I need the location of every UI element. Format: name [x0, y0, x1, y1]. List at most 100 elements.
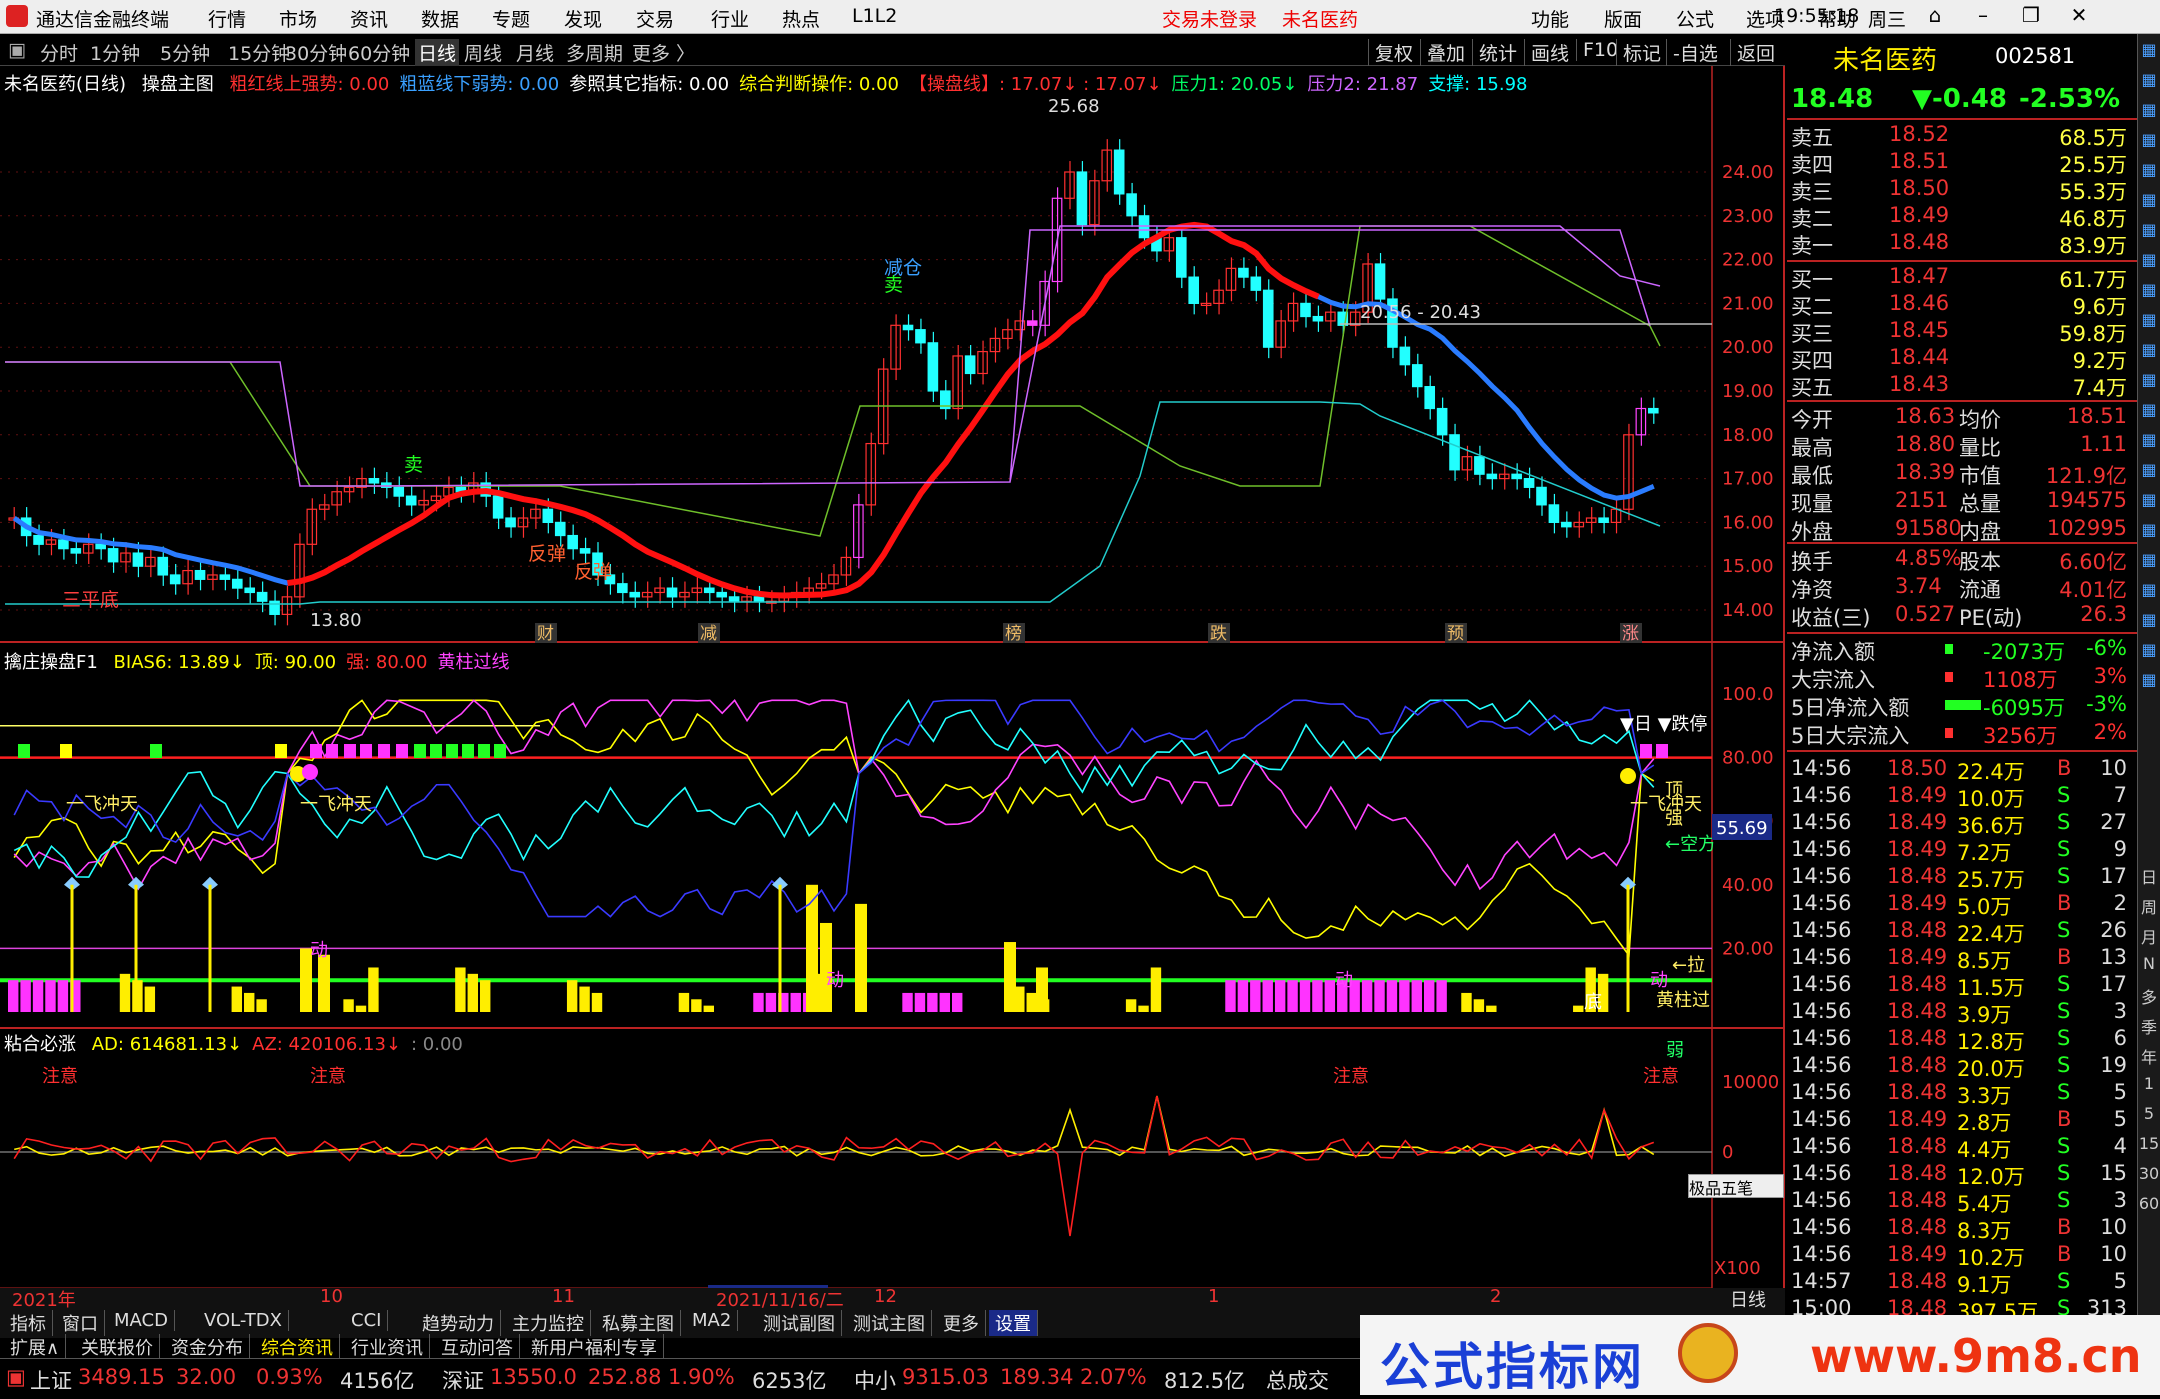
sidebar-tool-icon[interactable]: ▦ — [2138, 580, 2160, 610]
menu-item[interactable]: 资讯 — [350, 5, 388, 32]
bottom-tab[interactable]: 主力监控 — [506, 1310, 591, 1336]
ask-row[interactable]: 卖三 18.50 55.3万 — [1787, 176, 2137, 204]
sidebar-tool-icon[interactable]: ▦ — [2138, 640, 2160, 670]
ask-row[interactable]: 卖一 18.48 83.9万 — [1787, 230, 2137, 258]
sidebar-tool-icon[interactable]: ▦ — [2138, 520, 2160, 550]
extension-tab[interactable]: 扩展∧ — [4, 1334, 67, 1360]
chart-tool-button[interactable]: 标记 — [1616, 39, 1661, 66]
sidebar-tool-icon[interactable]: ▦ — [2138, 190, 2160, 220]
bottom-tab[interactable]: VOL-TDX — [198, 1310, 289, 1331]
period-tab[interactable]: 60分钟 — [348, 39, 410, 66]
sidebar-period[interactable]: 季 — [2138, 1014, 2160, 1044]
status-icon[interactable]: ▣ — [6, 1365, 26, 1389]
login-status[interactable]: 交易未登录 — [1162, 5, 1257, 32]
chart-tool-button[interactable]: 统计 — [1472, 39, 1517, 66]
indicator2-title[interactable]: 粘合必涨 — [4, 1034, 76, 1055]
sidebar-tool-icon[interactable]: ▦ — [2138, 430, 2160, 460]
sidebar-tool-icon[interactable]: ▦ — [2138, 670, 2160, 700]
bottom-tab[interactable]: 指标 — [4, 1310, 53, 1336]
sidebar-tool-icon[interactable]: ▦ — [2138, 100, 2160, 130]
indicator-name[interactable]: 操盘主图 — [142, 74, 214, 95]
sidebar-tool-icon[interactable]: ▦ — [2138, 340, 2160, 370]
bottom-tab[interactable]: MACD — [108, 1310, 175, 1331]
sidebar-tool-icon[interactable]: ▦ — [2138, 250, 2160, 280]
sidebar-tool-icon[interactable]: ▦ — [2138, 310, 2160, 340]
event-marker[interactable]: 跌 — [1210, 624, 1227, 644]
extension-tab[interactable]: 资金分布 — [165, 1334, 250, 1360]
bottom-tab[interactable]: 窗口 — [56, 1310, 105, 1336]
bottom-tab[interactable]: 设置 — [989, 1310, 1038, 1336]
extension-tab[interactable]: 关联报价 — [75, 1334, 160, 1360]
menu-item[interactable]: 行业 — [711, 5, 749, 32]
index-name[interactable]: 中小 — [854, 1365, 896, 1395]
menu-item[interactable]: 发现 — [564, 5, 602, 32]
extension-tab[interactable]: 行业资讯 — [345, 1334, 430, 1360]
sidebar-period[interactable]: 多 — [2138, 984, 2160, 1014]
menu-item-right[interactable]: 版面 — [1604, 5, 1642, 32]
period-tab[interactable]: 更多 〉 — [632, 39, 695, 66]
chart-tool-button[interactable]: 返回 — [1730, 39, 1775, 66]
time-axis-period[interactable]: 日线 — [1724, 1286, 1772, 1312]
extension-tab[interactable]: 综合资讯 — [255, 1334, 340, 1360]
bid-row[interactable]: 买五 18.43 7.4万 — [1787, 372, 2137, 400]
menu-item[interactable]: 数据 — [421, 5, 459, 32]
ask-row[interactable]: 卖五 18.52 68.5万 — [1787, 122, 2137, 150]
menu-item-right[interactable]: 选项 — [1746, 5, 1784, 32]
minimize-icon[interactable]: – — [1968, 3, 1998, 27]
menu-toggle-icon[interactable]: ⌂ — [1920, 3, 1950, 27]
period-tab[interactable]: 5分钟 — [160, 39, 210, 66]
menu-item[interactable]: 交易 — [636, 5, 674, 32]
sidebar-tool-icon[interactable]: ▦ — [2138, 460, 2160, 490]
sidebar-tool-icon[interactable]: ▦ — [2138, 70, 2160, 100]
index-name[interactable]: 上证 — [30, 1365, 72, 1395]
sidebar-tool-icon[interactable]: ▦ — [2138, 280, 2160, 310]
period-tab[interactable]: 日线 — [415, 39, 460, 66]
period-tab[interactable]: 分时 — [40, 39, 78, 66]
period-tab[interactable]: 1分钟 — [90, 39, 140, 66]
sidebar-tool-icon[interactable]: ▦ — [2138, 40, 2160, 70]
sidebar-tool-icon[interactable]: ▦ — [2138, 220, 2160, 250]
sidebar-period[interactable]: 60 — [2138, 1194, 2160, 1224]
sidebar-period[interactable]: 日 — [2138, 864, 2160, 894]
chart-tool-button[interactable]: 画线 — [1524, 39, 1569, 66]
period-tab[interactable]: 月线 — [516, 39, 554, 66]
period-tab[interactable]: 15分钟 — [228, 39, 290, 66]
bottom-tab[interactable]: 测试主图 — [847, 1310, 932, 1336]
event-marker[interactable]: 预 — [1447, 624, 1464, 644]
chart-area[interactable]: 24.00 23.00 22.00 21.00 20.00 19.00 18.00 17.00… — [0, 66, 1785, 1288]
sidebar-period[interactable]: 年 — [2138, 1044, 2160, 1074]
menu-item-right[interactable]: 公式 — [1676, 5, 1714, 32]
chart-tool-button[interactable]: -自选 — [1666, 39, 1718, 66]
bid-row[interactable]: 买三 18.45 59.8万 — [1787, 318, 2137, 346]
period-tab[interactable]: 30分钟 — [285, 39, 347, 66]
menu-item[interactable]: L1L2 — [852, 5, 897, 27]
bottom-tab[interactable]: 趋势动力 — [416, 1310, 501, 1336]
menu-item[interactable]: 市场 — [279, 5, 317, 32]
bottom-tab[interactable]: 更多 — [937, 1310, 986, 1336]
ask-row[interactable]: 卖四 18.51 25.5万 — [1787, 149, 2137, 177]
index-name[interactable]: 深证 — [442, 1365, 484, 1395]
sidebar-tool-icon[interactable]: ▦ — [2138, 550, 2160, 580]
period-tab[interactable]: 周线 — [464, 39, 502, 66]
sidebar-period[interactable]: 5 — [2138, 1104, 2160, 1134]
sidebar-tool-icon[interactable]: ▦ — [2138, 370, 2160, 400]
sidebar-tool-icon[interactable]: ▦ — [2138, 160, 2160, 190]
menu-item-right[interactable]: 帮助 — [1818, 5, 1856, 32]
close-icon[interactable]: ✕ — [2064, 3, 2094, 27]
sidebar-period[interactable]: N — [2138, 954, 2160, 984]
bottom-tab[interactable]: 测试副图 — [757, 1310, 842, 1336]
menu-item[interactable]: 热点 — [782, 5, 820, 32]
sidebar-period[interactable]: 周 — [2138, 894, 2160, 924]
menu-item[interactable]: 专题 — [492, 5, 530, 32]
bottom-tab[interactable]: 私募主图 — [596, 1310, 681, 1336]
bid-row[interactable]: 买二 18.46 9.6万 — [1787, 291, 2137, 319]
bottom-tab[interactable]: MA2 — [686, 1310, 739, 1331]
extension-tab[interactable]: 新用户福利专享 — [525, 1334, 664, 1360]
sidebar-tool-icon[interactable]: ▦ — [2138, 130, 2160, 160]
sidebar-tool-icon[interactable]: ▦ — [2138, 490, 2160, 520]
sidebar-period[interactable]: 1 — [2138, 1074, 2160, 1104]
indicator1-title[interactable]: 擒庄操盘F1 — [4, 652, 98, 673]
panel-toggle-icon[interactable]: ▣ — [8, 39, 26, 61]
sidebar-period[interactable]: 30 — [2138, 1164, 2160, 1194]
sidebar-period[interactable]: 15 — [2138, 1134, 2160, 1164]
